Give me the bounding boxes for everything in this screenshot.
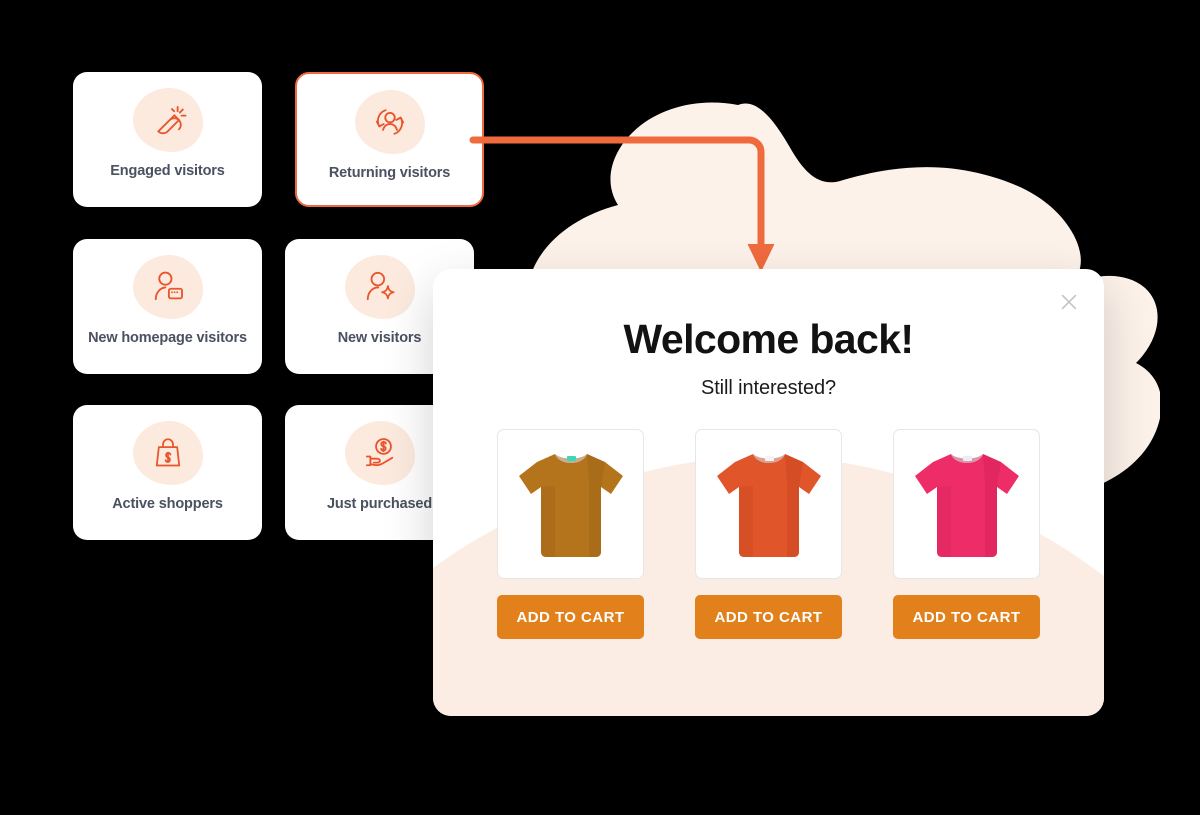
icon-container [132,88,203,152]
close-icon [1061,294,1077,310]
modal-subtitle: Still interested? [700,377,837,399]
product-card: ADD TO CART [497,429,644,639]
product-card: ADD TO CART [893,429,1040,639]
segment-card-new-homepage-visitors[interactable]: New homepage visitors [73,239,262,374]
screenshot-stage: Engaged visitors New homepage visitors A… [0,0,1200,815]
icon-container [344,421,415,485]
flow-arrow [469,136,775,272]
segment-card-label: Active shoppers [112,496,223,512]
shopping-bag-dollar-icon [155,438,180,467]
product-list: ADD TO CART ADD TO CART ADD TO CART [433,429,1104,639]
segment-card-label: New visitors [337,330,422,346]
hand-coin-icon [365,438,393,467]
user-browser-icon [154,271,183,301]
segment-card-returning-visitors[interactable]: Returning visitors [295,72,484,207]
modal-content: Welcome back! Still interested? ADD TO C… [433,269,1104,716]
add-to-cart-button-2[interactable]: ADD TO CART [695,595,842,639]
product-image-1[interactable] [497,429,644,579]
segment-card-label: Returning visitors [328,165,451,181]
add-to-cart-button-3[interactable]: ADD TO CART [893,595,1040,639]
magnet-icon [156,105,186,135]
user-sparkle-icon [366,271,394,301]
returning-user-icon [375,109,404,135]
add-to-cart-button-1[interactable]: ADD TO CART [497,595,644,639]
product-image-3[interactable] [893,429,1040,579]
product-image-2[interactable] [695,429,842,579]
segment-card-label: New homepage visitors [88,330,247,346]
tshirt-icon [716,454,821,557]
tshirt-icon [914,454,1019,557]
modal-title: Welcome back! [623,316,915,362]
segment-card-active-shoppers[interactable]: Active shoppers [73,405,262,540]
product-card: ADD TO CART [695,429,842,639]
icon-container [132,421,203,485]
segment-card-label: Engaged visitors [110,163,225,179]
tshirt-icon [518,454,623,557]
icon-container [354,90,425,154]
icon-container [344,255,415,319]
segment-card-label: Just purchased [326,496,433,512]
segment-card-engaged-visitors[interactable]: Engaged visitors [73,72,262,207]
close-button[interactable] [1054,287,1084,317]
icon-container [132,255,203,319]
popup-modal: Welcome back! Still interested? ADD TO C… [433,269,1104,716]
